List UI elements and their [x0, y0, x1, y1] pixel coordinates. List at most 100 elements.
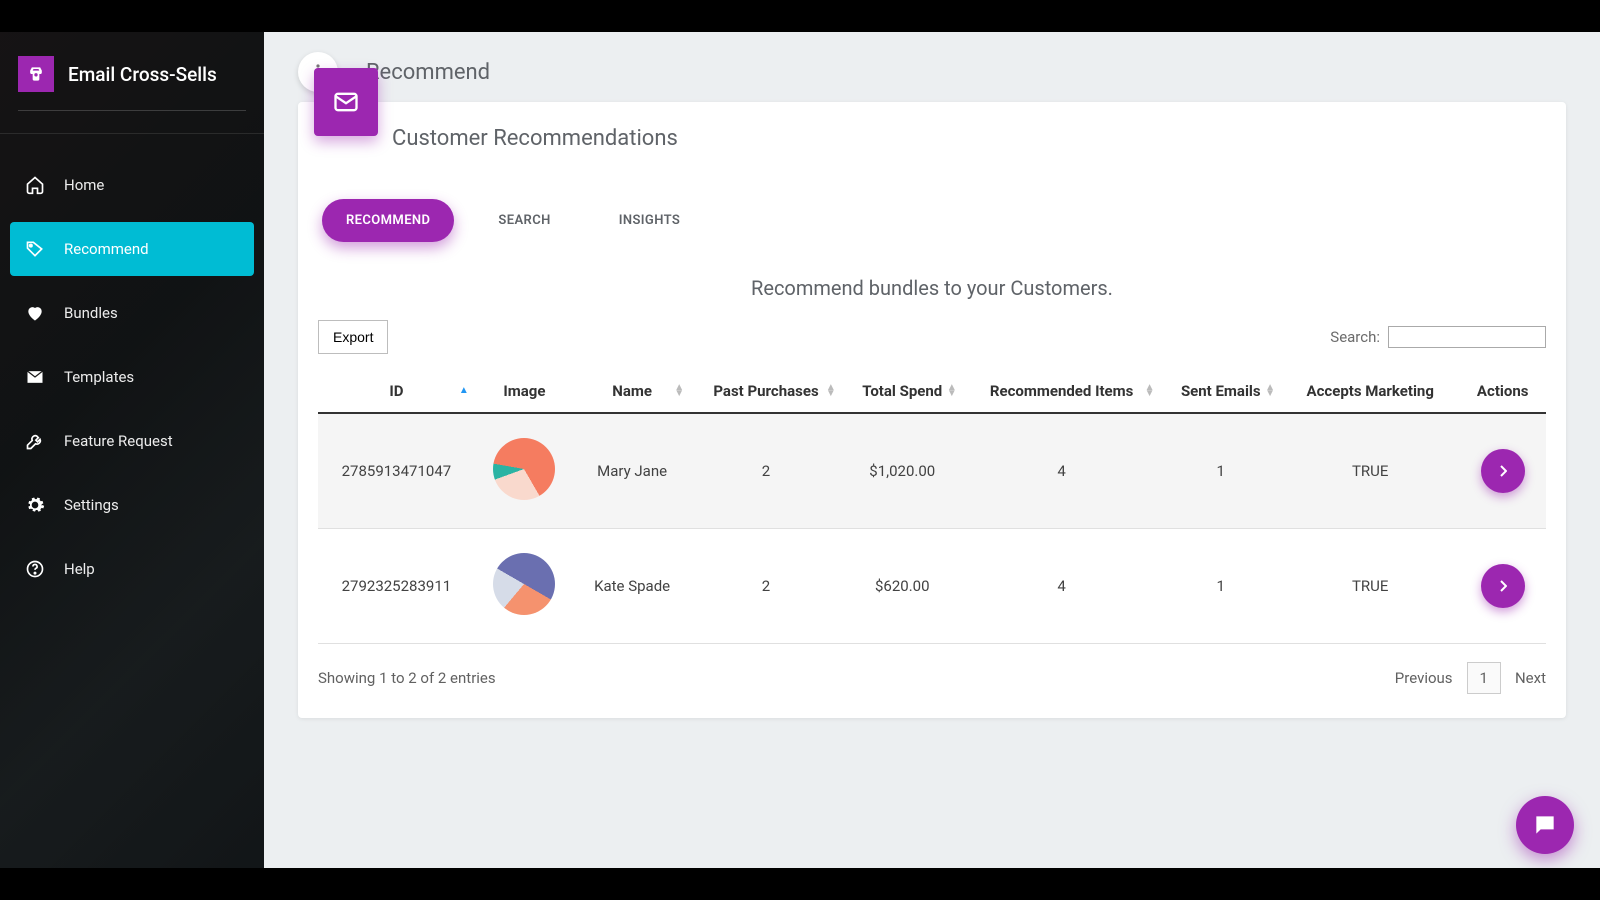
tab-insights[interactable]: INSIGHTS: [595, 199, 705, 242]
tab-search[interactable]: SEARCH: [474, 199, 574, 242]
page-title: Recommend: [366, 60, 490, 85]
col-total-spend[interactable]: Total Spend ▲▼: [842, 370, 963, 413]
cell-id: 2785913471047: [318, 413, 475, 529]
col-image[interactable]: Image: [475, 370, 574, 413]
brand-shopping-icon: [18, 56, 54, 92]
search-label: Search:: [1330, 328, 1380, 346]
card-title: Customer Recommendations: [298, 102, 1566, 171]
search-input[interactable]: [1388, 326, 1546, 348]
col-label: Actions: [1477, 382, 1529, 400]
brand-title: Email Cross-Sells: [68, 63, 217, 86]
row-action-button[interactable]: [1481, 564, 1525, 608]
cell-actions: [1459, 413, 1546, 529]
sidebar-item-bundles[interactable]: Bundles: [10, 286, 254, 340]
sidebar-item-templates[interactable]: Templates: [10, 350, 254, 404]
divider: [0, 133, 264, 134]
sort-icon: ▲▼: [1145, 385, 1155, 397]
sort-icon: ▲▼: [1265, 385, 1275, 397]
cell-accepts-marketing: TRUE: [1281, 529, 1459, 644]
col-id[interactable]: ID ▲: [318, 370, 475, 413]
cell-accepts-marketing: TRUE: [1281, 413, 1459, 529]
sidebar-item-home[interactable]: Home: [10, 158, 254, 212]
table-row: 2792325283911 Kate Spade 2 $620.00 4 1 T…: [318, 529, 1546, 644]
sidebar-item-label: Home: [64, 176, 104, 194]
col-past-purchases[interactable]: Past Purchases ▲▼: [690, 370, 842, 413]
sidebar-item-label: Templates: [64, 368, 134, 386]
table-info: Showing 1 to 2 of 2 entries: [318, 669, 496, 687]
sidebar-item-help[interactable]: Help: [10, 542, 254, 596]
chat-fab[interactable]: [1516, 796, 1574, 854]
col-actions: Actions: [1459, 370, 1546, 413]
sort-icon: ▲▼: [674, 385, 684, 397]
col-label: Recommended Items: [990, 382, 1133, 400]
col-label: Accepts Marketing: [1307, 382, 1434, 400]
cell-id: 2792325283911: [318, 529, 475, 644]
sort-icon: ▲: [459, 388, 469, 394]
avatar: [493, 553, 555, 615]
cell-recommended-items: 4: [963, 529, 1161, 644]
sidebar-item-label: Help: [64, 560, 95, 578]
table-row: 2785913471047 Mary Jane 2 $1,020.00 4 1 …: [318, 413, 1546, 529]
sidebar: Email Cross-Sells Home Recommend: [0, 32, 264, 868]
table-footer: Showing 1 to 2 of 2 entries Previous 1 N…: [298, 644, 1566, 694]
pager-previous[interactable]: Previous: [1395, 669, 1453, 687]
col-recommended-items[interactable]: Recommended Items ▲▼: [963, 370, 1161, 413]
sort-icon: ▲▼: [947, 385, 957, 397]
col-label: Total Spend: [862, 382, 942, 400]
cell-image: [475, 413, 574, 529]
sidebar-item-settings[interactable]: Settings: [10, 478, 254, 532]
cell-actions: [1459, 529, 1546, 644]
wrench-icon: [24, 430, 46, 452]
col-name[interactable]: Name ▲▼: [574, 370, 690, 413]
sidebar-item-label: Bundles: [64, 304, 118, 322]
col-accepts-marketing[interactable]: Accepts Marketing: [1281, 370, 1459, 413]
export-button[interactable]: Export: [318, 320, 388, 354]
cell-total-spend: $1,020.00: [842, 413, 963, 529]
sort-icon: ▲▼: [826, 385, 836, 397]
col-label: ID: [389, 382, 403, 400]
sidebar-item-label: Feature Request: [64, 432, 173, 450]
card-customer-recommendations: Customer Recommendations RECOMMEND SEARC…: [298, 102, 1566, 718]
col-label: Sent Emails: [1181, 382, 1261, 400]
col-label: Image: [503, 382, 545, 400]
pager-next[interactable]: Next: [1515, 669, 1546, 687]
sidebar-item-label: Settings: [64, 496, 119, 514]
cell-image: [475, 529, 574, 644]
chat-bubble-icon: [1532, 812, 1558, 838]
customers-table: ID ▲ Image Name ▲▼ Past Purchases ▲▼ Total …: [318, 370, 1546, 644]
tag-icon: [24, 238, 46, 260]
home-icon: [24, 174, 46, 196]
gear-icon: [24, 494, 46, 516]
pager: Previous 1 Next: [1395, 662, 1546, 694]
sidebar-item-feature-request[interactable]: Feature Request: [10, 414, 254, 468]
avatar: [493, 438, 555, 500]
chevron-right-icon: [1499, 580, 1507, 592]
col-label: Past Purchases: [713, 382, 818, 400]
help-icon: [24, 558, 46, 580]
chevron-right-icon: [1499, 465, 1507, 477]
sidebar-nav: Home Recommend Bundles Templates: [0, 158, 264, 596]
heart-icon: [24, 302, 46, 324]
divider: [18, 110, 246, 111]
sidebar-item-label: Recommend: [64, 240, 149, 258]
cell-past-purchases: 2: [690, 413, 842, 529]
page-header: Recommend: [264, 32, 1600, 102]
tabs: RECOMMEND SEARCH INSIGHTS: [298, 171, 1566, 242]
col-label: Name: [612, 382, 652, 400]
tab-recommend[interactable]: RECOMMEND: [322, 199, 454, 242]
search-group: Search:: [1330, 326, 1546, 348]
main-content: Recommend Customer Recommendations RECOM…: [264, 32, 1600, 868]
table-controls: Export Search:: [298, 310, 1566, 370]
row-action-button[interactable]: [1481, 449, 1525, 493]
cell-recommended-items: 4: [963, 413, 1161, 529]
mail-icon: [24, 366, 46, 388]
col-sent-emails[interactable]: Sent Emails ▲▼: [1160, 370, 1281, 413]
card-badge-mail-icon: [314, 68, 378, 136]
cell-sent-emails: 1: [1160, 413, 1281, 529]
cell-name: Mary Jane: [574, 413, 690, 529]
cell-total-spend: $620.00: [842, 529, 963, 644]
pager-page-number[interactable]: 1: [1467, 662, 1501, 694]
card-subtitle: Recommend bundles to your Customers.: [298, 242, 1566, 310]
sidebar-item-recommend[interactable]: Recommend: [10, 222, 254, 276]
cell-sent-emails: 1: [1160, 529, 1281, 644]
